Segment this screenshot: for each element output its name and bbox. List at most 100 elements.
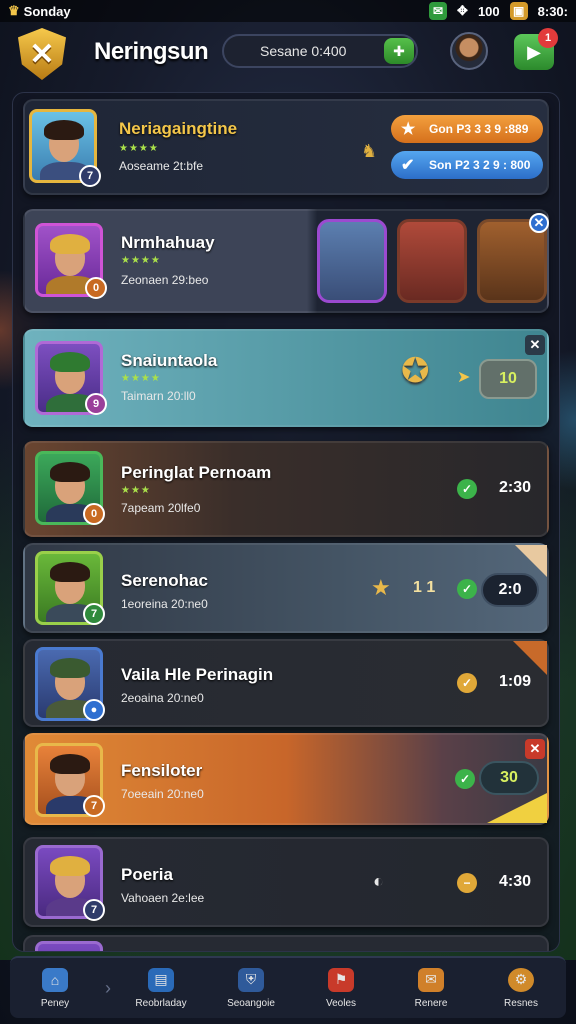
nav-item-cards[interactable]: ▤ Reobrladay [116, 958, 206, 1018]
status-left-text: Sonday [23, 3, 71, 19]
close-icon[interactable]: ✕ [525, 739, 545, 759]
player-stars: ★★★★ [121, 373, 161, 384]
app-header: ✕ Neringsun Sesane 0:400 ✚ ▶ 1 [0, 22, 576, 88]
chest-icon: ▣ [509, 2, 528, 20]
row-time: 2:30 [499, 479, 532, 496]
player-sub: Zeonaen 29:beo [121, 273, 209, 287]
player-name: Poeria [121, 865, 173, 884]
chevron-right-icon: › [105, 977, 111, 998]
player-name: Snaiuntaola [121, 351, 218, 370]
opponent-portrait-1[interactable] [317, 219, 387, 303]
team-icon: ⛨ [238, 967, 264, 992]
match-icon: ⚑ [328, 967, 354, 992]
player-name: Fensiloter [121, 761, 203, 780]
app-title: Neringsun [94, 38, 209, 65]
value-pill[interactable]: 10 [479, 359, 537, 399]
search-go-button[interactable]: ✚ [384, 38, 414, 64]
play-icon: ▶ [527, 41, 541, 62]
player-stars: ★★★ [121, 485, 151, 496]
player-name: Vaila Hle Perinagin [121, 665, 274, 684]
whistle-icon: ✪ [401, 352, 430, 390]
player-sub: 1eoreina 20:ne0 [121, 597, 208, 611]
star-icon: ★ [401, 121, 416, 138]
player-sub: 2eoaina 20:ne0 [121, 691, 204, 705]
level-badge: 7 [83, 603, 105, 625]
home-icon: ⌂ [42, 967, 68, 992]
opponent-portrait-2[interactable] [397, 219, 467, 303]
list-item[interactable]: ● Vaila Hle Perinagin 2eoaina 20:ne0 ✓ 1… [23, 639, 549, 727]
crown-icon: ♛ [8, 3, 20, 18]
featured-stars: ★★★★ [119, 143, 159, 154]
mail-icon: ✉ [418, 967, 444, 992]
list-item[interactable]: 0 Nrmhahuay ★★★★ Zeonaen 29:beo ✕ [23, 209, 549, 313]
search-value: Sesane 0:400 [260, 43, 347, 59]
gamepad-icon: ✥ [457, 3, 468, 18]
player-name: Peringlat Pernoam [121, 463, 272, 482]
messages-icon: ✉ [429, 2, 448, 20]
nav-item-home[interactable]: ⌂ Peney [10, 958, 100, 1018]
bottom-nav: ⌂ Peney › ▤ Reobrladay ⛨ Seoangoie ⚑ Veo… [10, 956, 566, 1018]
logo-shield-icon[interactable]: ✕ [18, 28, 66, 80]
nav-label: Resnes [504, 997, 538, 1009]
corner-ribbon [513, 641, 547, 675]
player-sub: Taimarn 20:ll0 [121, 389, 196, 403]
featured-level-badge: 7 [79, 165, 101, 187]
list-item[interactable]: 0 Peringlat Pernoam ★★★ 7apeam 20lfe0 ✓ … [23, 441, 549, 537]
list-item[interactable]: 7 Fensiloter 7oeeain 20:ne0 ✓ 30 ✕ [23, 733, 549, 825]
level-badge: ● [83, 699, 105, 721]
level-badge: 0 [83, 503, 105, 525]
coin-icon: − [457, 873, 477, 893]
featured-card[interactable]: 7 Neriagaingtine ★★★★ Aoseame 2t:bfe ♞ ★… [23, 99, 549, 195]
avatar[interactable] [450, 32, 488, 70]
level-badge: 7 [83, 795, 105, 817]
settings-icon: ⚙ [508, 967, 534, 992]
nav-label: Reobrladay [135, 997, 187, 1009]
player-portrait [35, 941, 103, 951]
value-pill[interactable]: 30 [479, 761, 539, 795]
status-bar: ♛ Sonday ✉ ✥ 100 ▣ 8:30: [0, 0, 576, 22]
list-item[interactable]: 7 Serenohac 1eoreina 20:ne0 ★ 1 1 ✓ 2:0 [23, 543, 549, 633]
featured-primary-button[interactable]: ★ Gon P3 3 3 9 :889 [391, 115, 543, 143]
close-icon[interactable]: ✕ [529, 213, 549, 233]
nav-label: Veoles [325, 997, 357, 1009]
bolt-icon: ➤ [457, 369, 471, 386]
cards-icon: ▤ [148, 967, 174, 992]
check-icon: ✓ [457, 673, 477, 693]
nav-item-mail[interactable]: ✉ Renere [386, 958, 476, 1018]
row-time: 1:09 [499, 673, 532, 690]
player-sub: 7oeeain 20:ne0 [121, 787, 204, 801]
close-icon[interactable]: ✕ [525, 335, 545, 355]
corner-ribbon [515, 545, 547, 577]
match-list-panel: 7 Neriagaingtine ★★★★ Aoseame 2t:bfe ♞ ★… [12, 92, 560, 952]
status-clock: 8:30: [537, 3, 568, 19]
list-item[interactable] [23, 935, 549, 951]
check-icon: ✓ [455, 769, 475, 789]
level-badge: 9 [85, 393, 107, 415]
nav-label: Renere [414, 997, 448, 1009]
nav-item-match[interactable]: ⚑ Veoles [296, 958, 386, 1018]
player-name: Serenohac [121, 571, 208, 590]
player-sub: 7apeam 20lfe0 [121, 501, 201, 515]
notification-badge: 1 [538, 28, 558, 48]
ball-icon: ◐ [373, 871, 384, 891]
featured-name: Neriagaingtine [119, 119, 238, 138]
player-sub: Vahoaen 2e:lee [121, 891, 205, 905]
nav-item-team[interactable]: ⛨ Seoangoie [206, 958, 296, 1018]
featured-secondary-button[interactable]: ✔ Son P2 3 2 9 : 800 [391, 151, 543, 179]
value-pill[interactable]: 2:0 [481, 573, 539, 607]
corner-stripe [487, 793, 547, 823]
list-item[interactable]: 9 Snaiuntaola ★★★★ Taimarn 20:ll0 ✪ ➤ 10… [23, 329, 549, 427]
check-icon: ✔ [401, 157, 415, 174]
player-stars: ★★★★ [121, 255, 161, 266]
featured-sub: Aoseame 2t:bfe [119, 159, 204, 173]
check-icon: ✓ [457, 579, 477, 599]
list-item[interactable]: 7 Poeria Vahoaen 2e:lee ◐ − 4:30 [23, 837, 549, 927]
trophy-icon: ♞ [361, 141, 378, 161]
nav-item-settings[interactable]: ⚙ Resnes [476, 958, 566, 1018]
nav-label: Peney [40, 997, 70, 1009]
check-icon: ✓ [457, 479, 477, 499]
row-count: 1 1 [413, 579, 436, 596]
level-badge: 0 [85, 277, 107, 299]
search-input[interactable]: Sesane 0:400 ✚ [222, 34, 418, 68]
row-time: 4:30 [499, 873, 532, 890]
